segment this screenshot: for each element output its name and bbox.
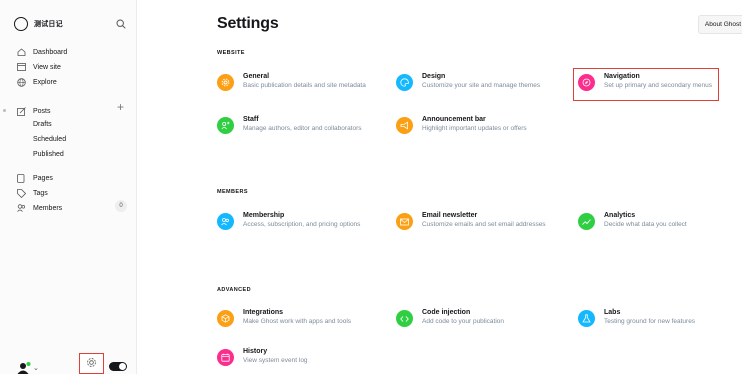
- setting-title: History: [243, 348, 268, 355]
- gear-icon: [217, 74, 234, 91]
- setting-title: Analytics: [604, 212, 636, 219]
- sidebar-item-pages[interactable]: Pages: [17, 173, 53, 183]
- setting-general[interactable]: General Basic publication details and sit…: [217, 72, 387, 91]
- sidebar-item-label: Tags: [33, 189, 48, 197]
- user-avatar-icon[interactable]: [17, 361, 31, 374]
- history-icon: [217, 349, 234, 366]
- setting-title: Labs: [604, 309, 621, 316]
- setting-title: Design: [422, 73, 446, 80]
- sidebar-item-published[interactable]: Published: [33, 151, 64, 158]
- setting-announcement-bar[interactable]: Announcement bar Highlight important upda…: [396, 115, 566, 134]
- setting-title: Membership: [243, 212, 285, 219]
- sidebar-item-dashboard[interactable]: Dashboard: [17, 47, 67, 57]
- setting-title: Email newsletter: [422, 212, 478, 219]
- setting-desc: Access, subscription, and pricing option…: [243, 221, 361, 228]
- page-title: Settings: [217, 15, 279, 32]
- section-label-members: MEMBERS: [217, 189, 248, 195]
- setting-desc: Decide what data you collect: [604, 221, 687, 228]
- code-icon: [396, 310, 413, 327]
- sidebar-item-label: View site: [33, 63, 61, 71]
- sidebar-item-label: Explore: [33, 78, 57, 86]
- setting-desc: Manage authors, editor and collaborators: [243, 125, 362, 132]
- analytics-icon: [578, 213, 595, 230]
- integrations-icon: [217, 310, 234, 327]
- gear-icon: [86, 355, 97, 373]
- dark-mode-toggle[interactable]: [109, 362, 127, 371]
- members-icon: [17, 203, 28, 213]
- setting-design[interactable]: Design Customize your site and manage the…: [396, 72, 566, 91]
- setting-desc: View system event log: [243, 357, 308, 364]
- members-count-badge: 0: [115, 200, 127, 212]
- collapse-dot: [3, 109, 6, 112]
- staff-icon: [217, 117, 234, 134]
- site-logo-icon: [14, 17, 28, 31]
- brand[interactable]: 测试日记: [14, 17, 63, 31]
- setting-membership[interactable]: Membership Access, subscription, and pric…: [217, 211, 387, 230]
- sidebar-item-label: Pages: [33, 174, 53, 182]
- site-name: 测试日记: [34, 21, 63, 28]
- setting-email-newsletter[interactable]: Email newsletter Customize emails and set…: [396, 211, 566, 230]
- page-icon: [17, 173, 28, 183]
- tag-icon: [17, 188, 28, 198]
- globe-icon: [17, 77, 28, 87]
- browser-icon: [17, 62, 28, 72]
- setting-desc: Basic publication details and site metad…: [243, 82, 366, 89]
- setting-title: Staff: [243, 116, 259, 123]
- setting-desc: Customize emails and set email addresses: [422, 221, 546, 228]
- sidebar-item-label: Members: [33, 204, 63, 212]
- setting-labs[interactable]: Labs Testing ground for new features: [578, 308, 742, 327]
- setting-title: General: [243, 73, 270, 80]
- section-label-website: WEBSITE: [217, 50, 245, 56]
- megaphone-icon: [396, 117, 413, 134]
- setting-desc: Testing ground for new features: [604, 318, 696, 325]
- setting-desc: Add code to your publication: [422, 318, 505, 325]
- section-label-advanced: ADVANCED: [217, 287, 251, 293]
- sidebar-item-label: Posts: [33, 107, 51, 115]
- new-post-button[interactable]: +: [117, 101, 124, 113]
- setting-code-injection[interactable]: Code injection Add code to your publicati…: [396, 308, 566, 327]
- setting-desc: Highlight important updates or offers: [422, 125, 527, 132]
- setting-title: Code injection: [422, 309, 471, 316]
- sidebar: 测试日记 Dashboard View site Explore Posts +…: [0, 0, 137, 374]
- setting-desc: Customize your site and manage themes: [422, 82, 541, 89]
- settings-button[interactable]: [79, 353, 104, 374]
- sidebar-item-posts[interactable]: Posts: [17, 106, 51, 116]
- settings-main: Settings About Ghost WEBSITE General Basi…: [138, 0, 742, 374]
- sidebar-item-view-site[interactable]: View site: [17, 62, 61, 72]
- about-ghost-button[interactable]: About Ghost: [698, 15, 742, 34]
- sidebar-item-drafts[interactable]: Drafts: [33, 121, 52, 128]
- setting-history[interactable]: History View system event log: [217, 347, 387, 366]
- home-icon: [17, 47, 28, 57]
- palette-icon: [396, 74, 413, 91]
- sidebar-item-members[interactable]: Members: [17, 203, 62, 213]
- setting-title: Integrations: [243, 309, 284, 316]
- sidebar-item-explore[interactable]: Explore: [17, 77, 57, 87]
- navigation-highlight: [573, 68, 719, 101]
- email-icon: [396, 213, 413, 230]
- edit-icon: [17, 106, 28, 116]
- sidebar-item-tags[interactable]: Tags: [17, 188, 48, 198]
- setting-integrations[interactable]: Integrations Make Ghost work with apps an…: [217, 308, 387, 327]
- search-icon[interactable]: [116, 16, 126, 34]
- membership-icon: [217, 213, 234, 230]
- setting-staff[interactable]: Staff Manage authors, editor and collabor…: [217, 115, 387, 134]
- setting-title: Announcement bar: [422, 116, 486, 123]
- setting-analytics[interactable]: Analytics Decide what data you collect: [578, 211, 742, 230]
- chevron-down-icon[interactable]: ⌄: [33, 364, 39, 372]
- labs-icon: [578, 310, 595, 327]
- setting-desc: Make Ghost work with apps and tools: [243, 318, 352, 325]
- sidebar-item-scheduled[interactable]: Scheduled: [33, 136, 66, 143]
- sidebar-item-label: Dashboard: [33, 48, 68, 56]
